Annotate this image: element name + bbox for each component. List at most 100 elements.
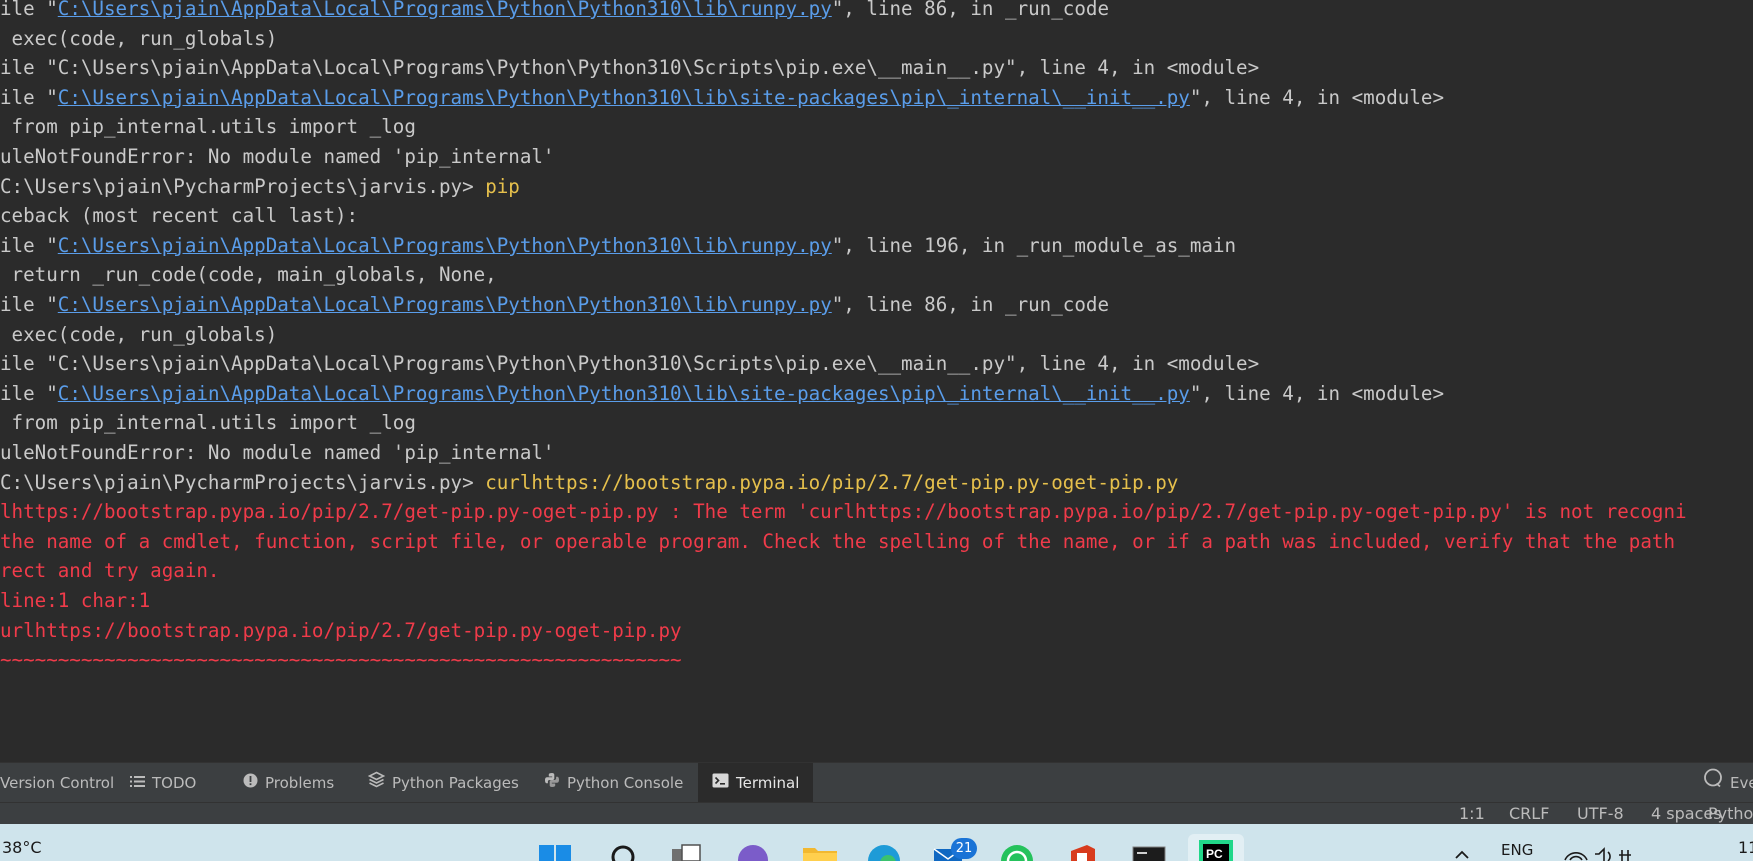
terminal-icon — [712, 763, 729, 803]
search-icon[interactable] — [606, 843, 640, 861]
python-interpreter[interactable]: Pytho — [1708, 803, 1753, 824]
output-text: the name of a cmdlet, function, script f… — [0, 529, 1676, 553]
command-text: curlhttps://bootstrap.pypa.io/pip/2.7/ge… — [485, 470, 1179, 494]
terminal-line: exec(code, run_globals) — [0, 320, 278, 350]
output-text: ile "C:\Users\pjain\AppData\Local\Progra… — [0, 56, 1260, 80]
output-text: ", line 4, in <module> — [1189, 85, 1445, 109]
file-path-link[interactable]: C:\Users\pjain\AppData\Local\Programs\Py… — [58, 0, 832, 20]
pycharm-icon: PC — [1199, 840, 1233, 861]
tab-problems[interactable]: Problems — [243, 763, 334, 803]
terminal-error-line: the name of a cmdlet, function, script f… — [0, 527, 1675, 557]
whatsapp-icon[interactable] — [999, 843, 1035, 861]
output-text: uleNotFoundError: No module named 'pip_i… — [0, 441, 555, 464]
tab-label: TODO — [152, 774, 197, 792]
terminal-line: ceback (most recent call last): — [0, 201, 358, 231]
windows-taskbar: 38°C 21 PC ENG 11 — [0, 824, 1753, 861]
layers-icon — [367, 763, 386, 803]
event-log-icon — [1703, 763, 1723, 803]
terminal-error-line: rect and try again. — [0, 556, 220, 586]
tool-window-bar: Version Control TODO Problems Python Pac… — [0, 762, 1753, 803]
office-icon[interactable] — [1065, 843, 1101, 861]
task-view-icon[interactable] — [668, 843, 704, 861]
file-explorer-icon[interactable] — [801, 843, 839, 861]
tab-todo[interactable]: TODO — [130, 763, 196, 803]
terminal-line: C:\Users\pjain\PycharmProjects\jarvis.py… — [0, 172, 520, 202]
status-bar: 1:1 CRLF UTF-8 4 spaces Pytho — [0, 802, 1753, 824]
language-indicator[interactable]: ENG — [1501, 841, 1533, 859]
tab-version-control[interactable]: Version Control — [0, 763, 114, 803]
output-text: exec(code, run_globals) — [0, 322, 278, 346]
file-path-link[interactable]: C:\Users\pjain\AppData\Local\Programs\Py… — [58, 382, 1190, 405]
tab-label: Problems — [265, 774, 335, 792]
output-text: ~~~~~~~~~~~~~~~~~~~~~~~~~~~~~~~~~~~~~~~~… — [0, 648, 682, 672]
terminal-line: uleNotFoundError: No module named 'pip_i… — [0, 438, 555, 468]
command-text: pip — [485, 174, 520, 198]
output-text: C:\Users\pjain\PycharmProjects\jarvis.py… — [0, 174, 486, 198]
output-text: ceback (most recent call last): — [0, 204, 359, 228]
problems-icon — [243, 763, 258, 803]
mail-badge: 21 — [951, 838, 977, 859]
event-log-button[interactable]: Eve — [1703, 763, 1753, 803]
output-text: exec(code, run_globals) — [0, 26, 278, 50]
caret-position[interactable]: 1:1 — [1459, 803, 1485, 824]
file-path-link[interactable]: C:\Users\pjain\AppData\Local\Programs\Py… — [58, 234, 832, 257]
terminal-line: exec(code, run_globals) — [0, 24, 278, 54]
list-icon — [130, 763, 145, 803]
tab-python-console[interactable]: Python Console — [544, 763, 683, 803]
output-text: from pip_internal.utils import _log — [0, 411, 416, 435]
terminal-line: return _run_code(code, main_globals, Non… — [0, 260, 497, 290]
output-text: uleNotFoundError: No module named 'pip_i… — [0, 145, 555, 168]
teams-chat-icon[interactable] — [736, 843, 770, 861]
output-text: from pip_internal.utils import _log — [0, 115, 416, 139]
line-separator[interactable]: CRLF — [1509, 803, 1549, 824]
terminal-line: ile "C:\Users\pjain\AppData\Local\Progra… — [0, 349, 1259, 379]
output-text: ", line 86, in _run_code — [831, 0, 1109, 20]
system-tray-icons[interactable] — [1563, 844, 1643, 861]
terminal-error-line: line:1 char:1 — [0, 586, 150, 616]
output-text: ", line 196, in _run_module_as_main — [831, 233, 1237, 257]
output-text: ", line 4, in <module> — [1189, 381, 1445, 405]
output-text: ile " — [0, 381, 58, 405]
terminal-line: from pip_internal.utils import _log — [0, 112, 416, 142]
output-text: line:1 char:1 — [0, 589, 151, 612]
output-text: return _run_code(code, main_globals, Non… — [0, 263, 497, 287]
tab-label: Terminal — [736, 774, 800, 792]
terminal-line: ile "C:\Users\pjain\AppData\Local\Progra… — [0, 53, 1259, 83]
python-icon — [544, 763, 560, 803]
tab-terminal[interactable]: Terminal — [698, 763, 814, 803]
terminal-error-line: ~~~~~~~~~~~~~~~~~~~~~~~~~~~~~~~~~~~~~~~~… — [0, 645, 682, 675]
output-text: lhttps://bootstrap.pypa.io/pip/2.7/get-p… — [0, 500, 1687, 524]
event-log-label: Eve — [1730, 774, 1753, 792]
file-encoding[interactable]: UTF-8 — [1577, 803, 1624, 824]
start-icon[interactable] — [538, 843, 572, 861]
tab-label: Python Packages — [392, 774, 519, 792]
file-path-link[interactable]: C:\Users\pjain\AppData\Local\Programs\Py… — [58, 293, 832, 316]
terminal-line: ile "C:\Users\pjain\AppData\Local\Progra… — [0, 0, 1109, 24]
terminal-error-line: urlhttps://bootstrap.pypa.io/pip/2.7/get… — [0, 616, 682, 646]
output-text: C:\Users\pjain\PycharmProjects\jarvis.py… — [0, 470, 486, 494]
edge-browser-icon[interactable] — [866, 843, 902, 861]
weather-widget[interactable]: 38°C — [2, 838, 42, 857]
terminal-line: ile "C:\Users\pjain\AppData\Local\Progra… — [0, 290, 1109, 320]
output-text: ile " — [0, 85, 58, 109]
output-text: ile "C:\Users\pjain\AppData\Local\Progra… — [0, 352, 1260, 376]
pycharm-taskbar-item[interactable]: PC — [1188, 834, 1244, 861]
terminal-error-line: lhttps://bootstrap.pypa.io/pip/2.7/get-p… — [0, 497, 1687, 527]
terminal-line: uleNotFoundError: No module named 'pip_i… — [0, 142, 555, 172]
command-prompt-icon[interactable] — [1131, 843, 1167, 861]
tab-python-packages[interactable]: Python Packages — [367, 763, 519, 803]
output-text: ile " — [0, 233, 58, 257]
tab-label: Version Control — [0, 774, 115, 792]
terminal-line: ile "C:\Users\pjain\AppData\Local\Progra… — [0, 231, 1236, 261]
file-path-link[interactable]: C:\Users\pjain\AppData\Local\Programs\Py… — [58, 86, 1190, 109]
terminal-line: C:\Users\pjain\PycharmProjects\jarvis.py… — [0, 468, 1178, 498]
output-text: ile " — [0, 293, 58, 316]
svg-text:PC: PC — [1206, 847, 1223, 861]
terminal-output[interactable]: ile "C:\Users\pjain\AppData\Local\Progra… — [0, 0, 1753, 762]
output-text: ile " — [0, 0, 58, 20]
output-text: urlhttps://bootstrap.pypa.io/pip/2.7/get… — [0, 618, 682, 642]
output-text: rect and try again. — [0, 559, 220, 583]
chevron-up-icon[interactable] — [1452, 844, 1472, 861]
clock[interactable]: 11 — [1738, 838, 1753, 857]
output-text: ", line 86, in _run_code — [831, 293, 1109, 316]
